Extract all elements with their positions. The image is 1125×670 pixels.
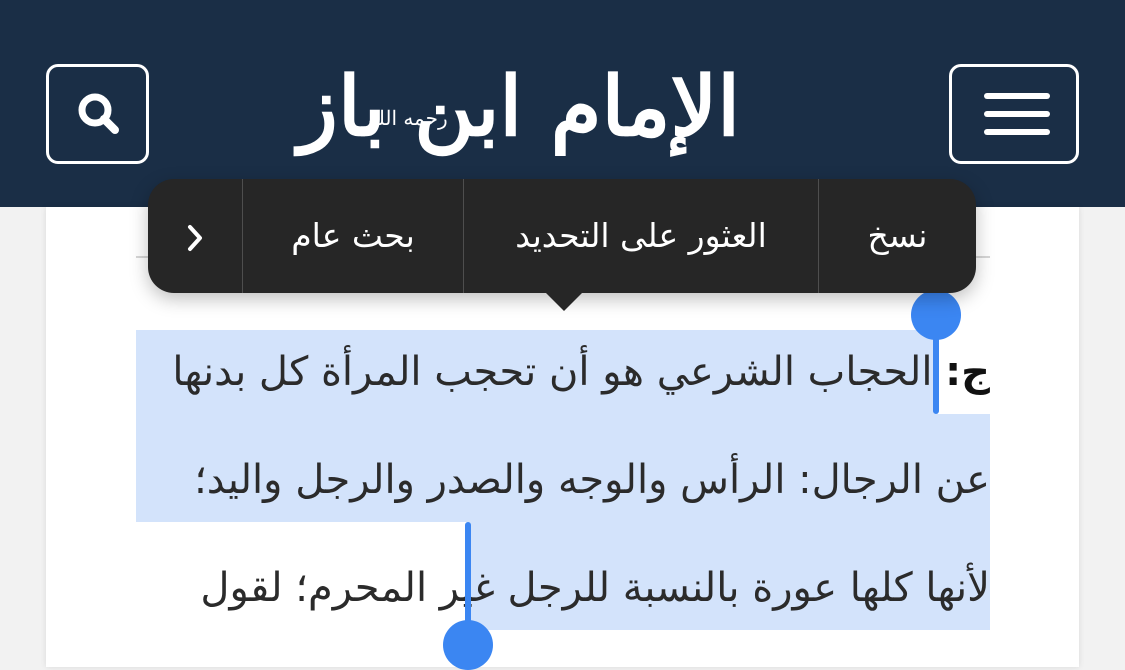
article-line-1[interactable]: ج: الحجاب الشرعي هو أن تحجب المرأة كل بد… [136, 342, 990, 402]
menu-more-button[interactable] [148, 179, 242, 293]
search-icon [78, 93, 119, 134]
menu-item-copy[interactable]: نسخ [819, 179, 976, 293]
search-button[interactable] [46, 64, 149, 164]
logo-subtitle: رحمه الله [368, 106, 448, 130]
site-header: الإمام ابن باز رحمه الله [0, 0, 1125, 207]
answer-prefix: ج: [945, 349, 990, 395]
selection-end-caret[interactable] [465, 522, 471, 630]
article-line-3[interactable]: لأنها كلها عورة بالنسبة للرجل غير المحرم… [136, 558, 990, 618]
selection-start-handle[interactable] [911, 290, 961, 340]
menu-button[interactable] [949, 64, 1079, 164]
site-logo[interactable]: الإمام ابن باز رحمه الله [298, 48, 740, 178]
selection-end-handle[interactable] [443, 620, 493, 670]
text-selection-menu: بحث عام العثور على التحديد نسخ [148, 179, 976, 293]
menu-item-web-search[interactable]: بحث عام [243, 179, 463, 293]
menu-pointer [542, 289, 586, 311]
chevron-right-icon [188, 224, 202, 251]
article-line-2[interactable]: عن الرجال: الرأس والوجه والصدر والرجل وا… [136, 450, 990, 510]
menu-item-find-selection[interactable]: العثور على التحديد [464, 179, 818, 293]
